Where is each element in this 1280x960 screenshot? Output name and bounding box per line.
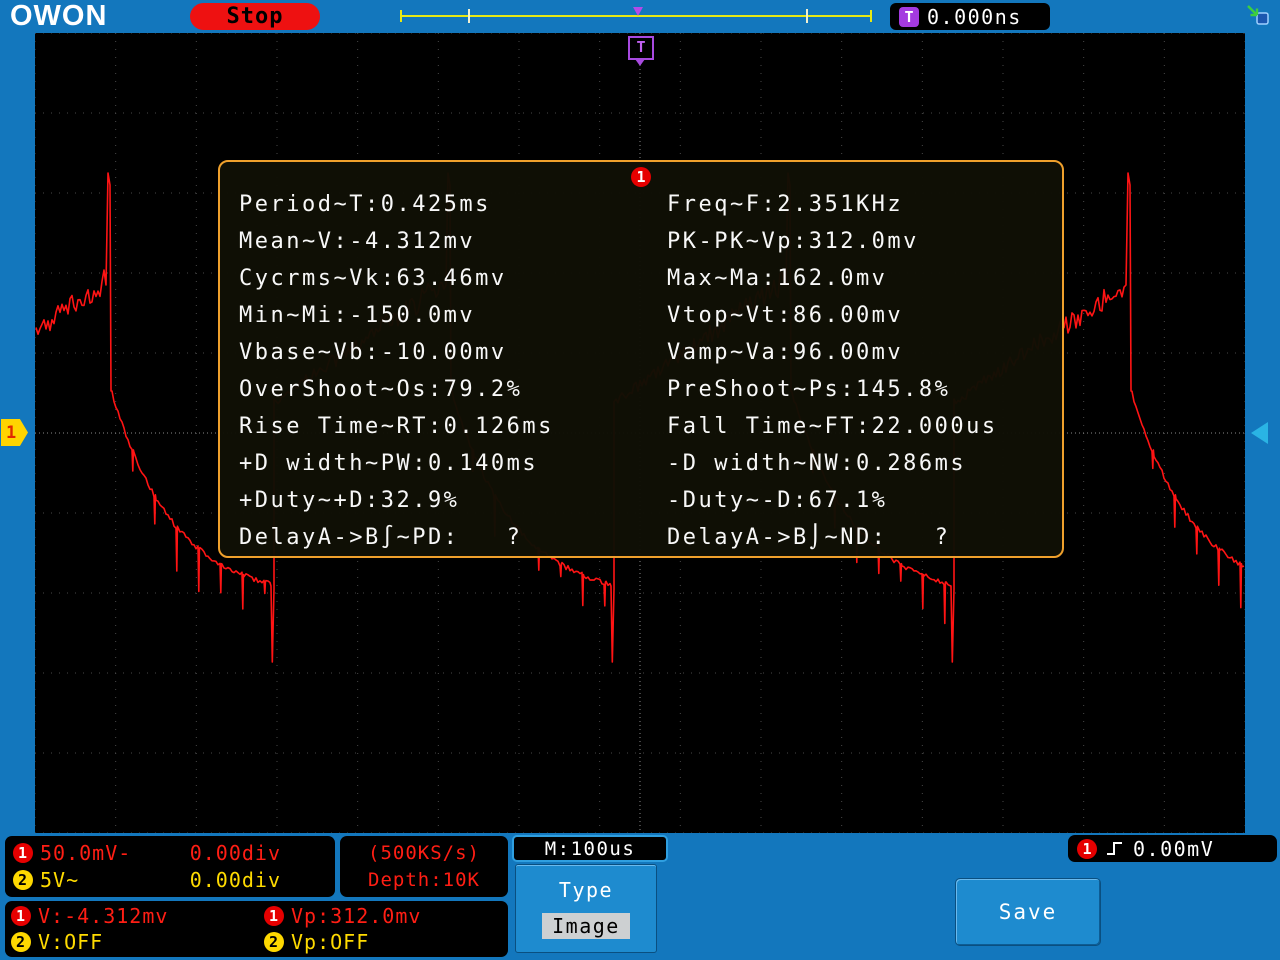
window-right-bracket [806, 9, 808, 23]
ch2-voltage-value: V:OFF [38, 930, 104, 955]
ch1-badge: 1 [11, 905, 31, 926]
ch1-offset: 0.00div [189, 841, 281, 865]
ch2-badge: 2 [13, 870, 33, 890]
memory-position-bar [400, 6, 872, 26]
measurement-value: Mean~V:-4.312mv [239, 229, 476, 254]
measurement-value: Freq~F:2.351KHz [667, 192, 904, 217]
rising-edge-icon [1106, 840, 1124, 857]
measurement-row: Mean~V:-4.312mv PK-PK~Vp:312.0mv [220, 223, 1062, 260]
ch1-scale: 50.0mV- [40, 841, 132, 865]
ch2-offset: 0.00div [189, 868, 281, 892]
run-state-indicator: Stop [190, 3, 320, 30]
ch1-voltage-readout: 1 V:-4.312mv [11, 904, 264, 928]
ch1-voltage-value: V:-4.312mv [38, 903, 169, 928]
trigger-source-badge: 1 [1077, 838, 1097, 859]
measurement-value: -Duty~-D:67.1% [667, 488, 888, 513]
timebase-readout: M:100us [512, 835, 668, 862]
sample-rate: (500KS/s) [368, 841, 480, 864]
measurement-value: PreShoot~Ps:145.8% [667, 377, 951, 402]
measurement-value: Vamp~Va:96.00mv [667, 340, 904, 365]
type-menu[interactable]: Type Image [515, 864, 657, 953]
trigger-position-arrow-icon [635, 59, 645, 66]
owon-logo: OWON [10, 0, 108, 32]
trigger-level-arrow-icon [1251, 422, 1268, 444]
usb-link-icon [1245, 4, 1271, 32]
ch2-settings: 2 5V~ 0.00div [13, 868, 327, 892]
measurement-value: Cycrms~Vk:63.46mv [239, 266, 507, 291]
type-option-image[interactable]: Image [542, 913, 630, 939]
memory-bar-right-tick [870, 10, 872, 22]
ch1-badge: 1 [264, 905, 284, 926]
measure-source-badge: 1 [631, 167, 651, 187]
trigger-position-tick-icon [633, 7, 643, 16]
trigger-position-marker: T [628, 36, 654, 60]
trigger-time-value: 0.000ns [927, 4, 1022, 29]
sampling-info-box: (500KS/s) Depth:10K [340, 836, 508, 897]
ch1-level-marker: 1 [1, 419, 28, 446]
measurement-value: DelayA->B∫~PD: ? [239, 525, 523, 550]
ch1-vpp-readout: 1 Vp:312.0mv [264, 904, 508, 928]
type-menu-label: Type [558, 878, 614, 902]
measurement-row: Min~Mi:-150.0mv Vtop~Vt:86.00mv [220, 297, 1062, 334]
measurement-value: PK-PK~Vp:312.0mv [667, 229, 919, 254]
ch2-vpp-value: Vp:OFF [291, 930, 370, 955]
measurement-row: DelayA->B∫~PD: ? DelayA->B⌡~ND: ? [220, 519, 1062, 556]
measurement-row: Vbase~Vb:-10.00mv Vamp~Va:96.00mv [220, 334, 1062, 371]
channel-settings-box: 1 50.0mV- 0.00div 2 5V~ 0.00div [5, 836, 335, 897]
ch1-vpp-value: Vp:312.0mv [291, 903, 422, 928]
measurement-value: +Duty~+D:32.9% [239, 488, 460, 513]
oscilloscope-screen: { "brand": {"logo_text": "OWON"}, "topba… [0, 0, 1280, 960]
ch2-scale: 5V~ [40, 868, 80, 892]
measurement-value: Min~Mi:-150.0mv [239, 303, 476, 328]
ch2-badge: 2 [264, 932, 284, 953]
save-button[interactable]: Save [955, 878, 1101, 946]
measurement-value: DelayA->B⌡~ND: ? [667, 525, 951, 550]
ch1-badge: 1 [13, 843, 33, 863]
measurement-row: Rise Time~RT:0.126ms Fall Time~FT:22.000… [220, 408, 1062, 445]
trigger-time-readout: T 0.000ns [890, 3, 1050, 30]
measurement-panel: 1 Period~T:0.425ms Freq~F:2.351KHz Mean~… [218, 160, 1064, 558]
measurement-row: +Duty~+D:32.9% -Duty~-D:67.1% [220, 482, 1062, 519]
measurement-value: Fall Time~FT:22.000us [667, 414, 998, 439]
ch1-settings: 1 50.0mV- 0.00div [13, 841, 327, 865]
trigger-t-icon: T [899, 6, 919, 27]
measurement-value: Max~Ma:162.0mv [667, 266, 888, 291]
measurement-value: -D width~NW:0.286ms [667, 451, 967, 476]
measurement-row: Cycrms~Vk:63.46mv Max~Ma:162.0mv [220, 260, 1062, 297]
ch2-vpp-readout: 2 Vp:OFF [264, 930, 508, 954]
measurement-row: OverShoot~Os:79.2% PreShoot~Ps:145.8% [220, 371, 1062, 408]
measurement-value: Vbase~Vb:-10.00mv [239, 340, 507, 365]
measurement-value: +D width~PW:0.140ms [239, 451, 539, 476]
window-left-bracket [468, 9, 470, 23]
trigger-level-value: 0.00mV [1133, 836, 1215, 861]
measurement-value: Rise Time~RT:0.126ms [239, 414, 554, 439]
measurement-value: Period~T:0.425ms [239, 192, 491, 217]
memory-depth: Depth:10K [368, 869, 480, 892]
ch2-badge: 2 [11, 932, 31, 953]
memory-bar-left-tick [400, 10, 402, 22]
measurement-row: +D width~PW:0.140ms -D width~NW:0.286ms [220, 445, 1062, 482]
measurement-value: Vtop~Vt:86.00mv [667, 303, 904, 328]
measurement-value: OverShoot~Os:79.2% [239, 377, 523, 402]
ch2-voltage-readout: 2 V:OFF [11, 930, 264, 954]
trigger-level-readout: 1 0.00mV [1068, 835, 1277, 862]
quick-measure-box: 1 V:-4.312mv 1 Vp:312.0mv 2 V:OFF 2 Vp:O… [5, 901, 508, 957]
measurement-row: Period~T:0.425ms Freq~F:2.351KHz [220, 186, 1062, 223]
